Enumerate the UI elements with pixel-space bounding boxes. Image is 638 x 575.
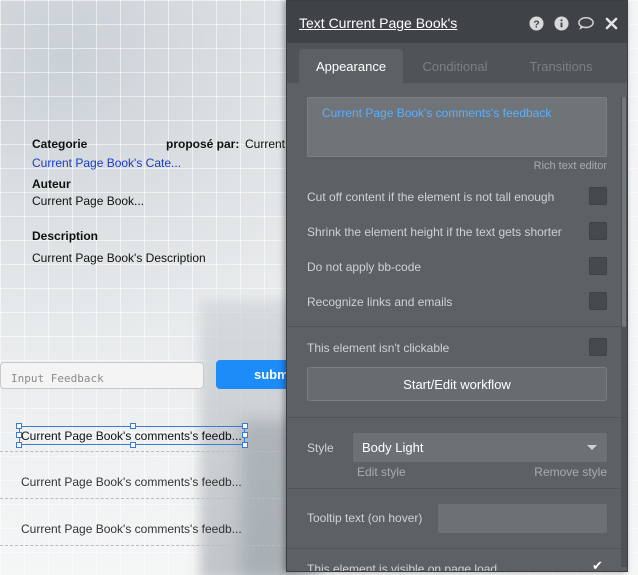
option-label: Recognize links and emails [307, 295, 453, 309]
close-icon[interactable] [603, 15, 619, 31]
submit-button[interactable]: subm [216, 360, 296, 389]
option-label: This element isn't clickable [307, 341, 450, 355]
comment-icon[interactable] [578, 15, 594, 31]
rich-text-field[interactable]: Current Page Book's comments's feedback [307, 97, 607, 157]
tooltip-input[interactable] [438, 504, 607, 533]
repeating-group-divider [0, 545, 290, 546]
description-value[interactable]: Current Page Book's Description [32, 251, 206, 265]
panel-scrollbar-thumb[interactable] [622, 97, 626, 327]
panel-tabs: Appearance Conditional Transitions [287, 43, 627, 83]
option-visible-on-load: This element is visible on page load [307, 558, 607, 572]
option-shrink-height: Shrink the element height if the text ge… [307, 222, 607, 242]
repeating-group-divider [0, 451, 290, 452]
svg-text:?: ? [533, 19, 539, 30]
categorie-value[interactable]: Current Page Book's Cate... [32, 156, 181, 170]
resize-handle[interactable] [242, 432, 248, 438]
panel-title[interactable]: Text Current Page Book's [299, 15, 457, 31]
shrink-height-checkbox[interactable] [589, 222, 607, 240]
style-value: Body Light [362, 440, 424, 455]
feedback-input[interactable]: Input Feedback [0, 362, 204, 389]
recognize-links-checkbox[interactable] [589, 292, 607, 310]
rich-text-editor-link[interactable]: Rich text editor [534, 160, 607, 172]
option-label: Shrink the element height if the text ge… [307, 225, 562, 239]
propose-label[interactable]: proposé par: [166, 137, 239, 151]
not-clickable-checkbox[interactable] [589, 338, 607, 356]
option-label: This element is visible on page load [307, 562, 498, 572]
help-icon[interactable]: ? [528, 15, 544, 31]
style-label: Style [307, 441, 334, 455]
propose-value[interactable]: Current [245, 137, 285, 151]
tooltip-label: Tooltip text (on hover) [307, 511, 423, 525]
cut-off-checkbox[interactable] [589, 187, 607, 205]
auteur-label[interactable]: Auteur [32, 177, 71, 191]
categorie-label[interactable]: Categorie [32, 137, 87, 151]
panel-header[interactable]: Text Current Page Book's ? [287, 1, 627, 43]
divider [287, 326, 627, 327]
option-cut-off-content: Cut off content if the element is not ta… [307, 187, 607, 207]
description-label[interactable]: Description [32, 229, 98, 243]
repeating-group-divider [0, 498, 290, 499]
auteur-value[interactable]: Current Page Book... [32, 194, 144, 208]
info-icon[interactable] [553, 15, 569, 31]
option-not-clickable: This element isn't clickable [307, 338, 607, 358]
divider [287, 417, 627, 418]
property-editor-panel: Text Current Page Book's ? Appearance Co… [286, 0, 628, 572]
edit-style-link[interactable]: Edit style [357, 465, 406, 479]
option-label: Cut off content if the element is not ta… [307, 190, 555, 204]
style-dropdown[interactable]: Body Light [353, 433, 607, 462]
option-no-bbcode: Do not apply bb-code [307, 257, 607, 277]
chevron-down-icon [587, 445, 597, 450]
option-recognize-links: Recognize links and emails [307, 292, 607, 312]
option-label: Do not apply bb-code [307, 260, 422, 274]
resize-handle[interactable] [242, 423, 248, 429]
comment-text[interactable]: Current Page Book's comments's feedb... [21, 522, 242, 536]
start-edit-workflow-button[interactable]: Start/Edit workflow [307, 367, 607, 401]
resize-handle[interactable] [242, 442, 248, 448]
comment-text[interactable]: Current Page Book's comments's feedb... [21, 475, 242, 489]
divider [287, 488, 627, 489]
divider [287, 548, 627, 549]
no-bbcode-checkbox[interactable] [589, 257, 607, 275]
remove-style-link[interactable]: Remove style [534, 465, 607, 479]
visible-on-load-checkbox[interactable] [589, 558, 607, 571]
comment-text[interactable]: Current Page Book's comments's feedb... [21, 429, 242, 443]
tab-conditional[interactable]: Conditional [407, 49, 503, 83]
tab-appearance[interactable]: Appearance [299, 49, 403, 83]
tab-transitions[interactable]: Transitions [513, 49, 609, 83]
